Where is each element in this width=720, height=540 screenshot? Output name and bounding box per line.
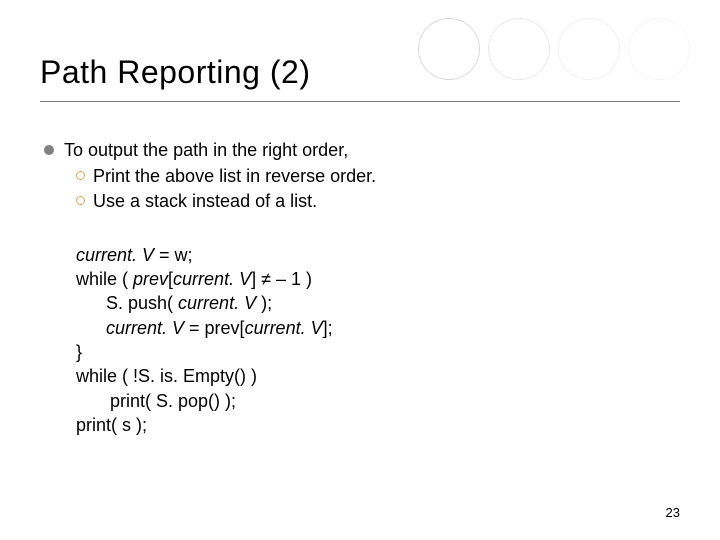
sub-bullets: Print the above list in reverse order. U… — [76, 164, 660, 213]
code-text: ]; — [323, 318, 333, 338]
code-block: current. V = w; while ( prev[current. V]… — [76, 243, 660, 437]
code-line: } — [76, 340, 660, 364]
bullet-solid-icon — [44, 145, 54, 155]
bullet-hollow-icon — [76, 196, 85, 205]
bullet-text: To output the path in the right order, — [64, 138, 348, 162]
code-var: current. V — [106, 318, 184, 338]
code-text: ); — [256, 293, 272, 313]
code-var: current. V — [173, 269, 251, 289]
code-line: print( s ); — [76, 413, 660, 437]
bullet-level-2: Print the above list in reverse order. — [76, 164, 660, 188]
code-var: current. V — [178, 293, 256, 313]
slide: Path Reporting (2) To output the path in… — [0, 0, 720, 540]
code-line: while ( prev[current. V] ≠ – 1 ) — [76, 267, 660, 291]
code-text: = w; — [154, 245, 193, 265]
code-text: S. push( — [106, 293, 178, 313]
code-var: current. V — [76, 245, 154, 265]
title-block: Path Reporting (2) — [40, 54, 680, 102]
code-var: current. V — [245, 318, 323, 338]
bullet-hollow-icon — [76, 171, 85, 180]
body-content: To output the path in the right order, P… — [44, 138, 660, 437]
page-number: 23 — [666, 505, 680, 520]
code-line: while ( !S. is. Empty() ) — [76, 364, 660, 388]
code-var: prev — [133, 269, 168, 289]
code-text: = prev[ — [184, 318, 245, 338]
sub-bullet-text: Use a stack instead of a list. — [93, 189, 317, 213]
code-text: while ( — [76, 269, 133, 289]
title-divider — [40, 101, 680, 102]
code-line: S. push( current. V ); — [76, 291, 660, 315]
sub-bullet-text: Print the above list in reverse order. — [93, 164, 376, 188]
bullet-level-1: To output the path in the right order, — [44, 138, 660, 162]
code-line: print( S. pop() ); — [76, 389, 660, 413]
code-line: current. V = prev[current. V]; — [76, 316, 660, 340]
code-text: ] ≠ – 1 ) — [251, 269, 312, 289]
bullet-level-2: Use a stack instead of a list. — [76, 189, 660, 213]
page-title: Path Reporting (2) — [40, 54, 680, 91]
code-line: current. V = w; — [76, 243, 660, 267]
